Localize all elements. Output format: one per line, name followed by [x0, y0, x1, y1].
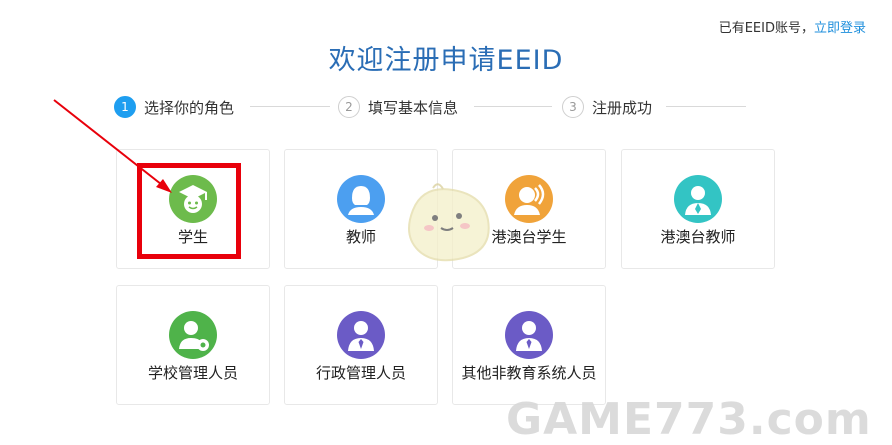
step-connector — [474, 106, 552, 107]
role-label: 港澳台教师 — [660, 228, 736, 246]
other-staff-tie-icon — [505, 311, 553, 359]
role-card-other-staff[interactable]: 其他非教育系统人员 — [452, 285, 606, 405]
step-number: 1 — [114, 96, 136, 118]
page-title: 欢迎注册申请EEID — [328, 45, 564, 76]
step-number: 3 — [562, 96, 584, 118]
role-label: 学校管理人员 — [147, 364, 238, 382]
mascot-watermark-icon — [408, 183, 490, 262]
step-label: 选择你的角色 — [144, 98, 235, 117]
step-number: 2 — [338, 96, 360, 118]
step-1: 1 选择你的角色 — [114, 94, 234, 120]
login-hint: 已有EEID账号，立即登录 — [719, 17, 866, 36]
site-watermark: GAME773.com — [506, 394, 872, 445]
step-connector — [250, 106, 330, 107]
step-label: 注册成功 — [592, 98, 653, 117]
step-connector — [666, 106, 746, 107]
step-2: 2 填写基本信息 — [338, 94, 458, 120]
login-link[interactable]: 立即登录 — [814, 21, 866, 36]
step-3: 3 注册成功 — [562, 94, 652, 120]
role-label: 行政管理人员 — [315, 364, 406, 382]
role-label: 其他非教育系统人员 — [461, 364, 597, 382]
role-card-school-admin[interactable]: 学校管理人员 — [116, 285, 270, 405]
highlight-box — [137, 163, 241, 259]
school-admin-gear-icon — [169, 311, 217, 359]
hmt-teacher-icon — [674, 175, 722, 223]
login-hint-text: 已有EEID账号， — [718, 21, 814, 36]
step-label: 填写基本信息 — [368, 98, 459, 117]
hmt-student-icon — [505, 175, 553, 223]
admin-staff-tie-icon — [337, 311, 385, 359]
role-card-admin-staff[interactable]: 行政管理人员 — [284, 285, 438, 405]
teacher-person-icon — [337, 175, 385, 223]
role-card-hmt-teacher[interactable]: 港澳台教师 — [621, 149, 775, 269]
